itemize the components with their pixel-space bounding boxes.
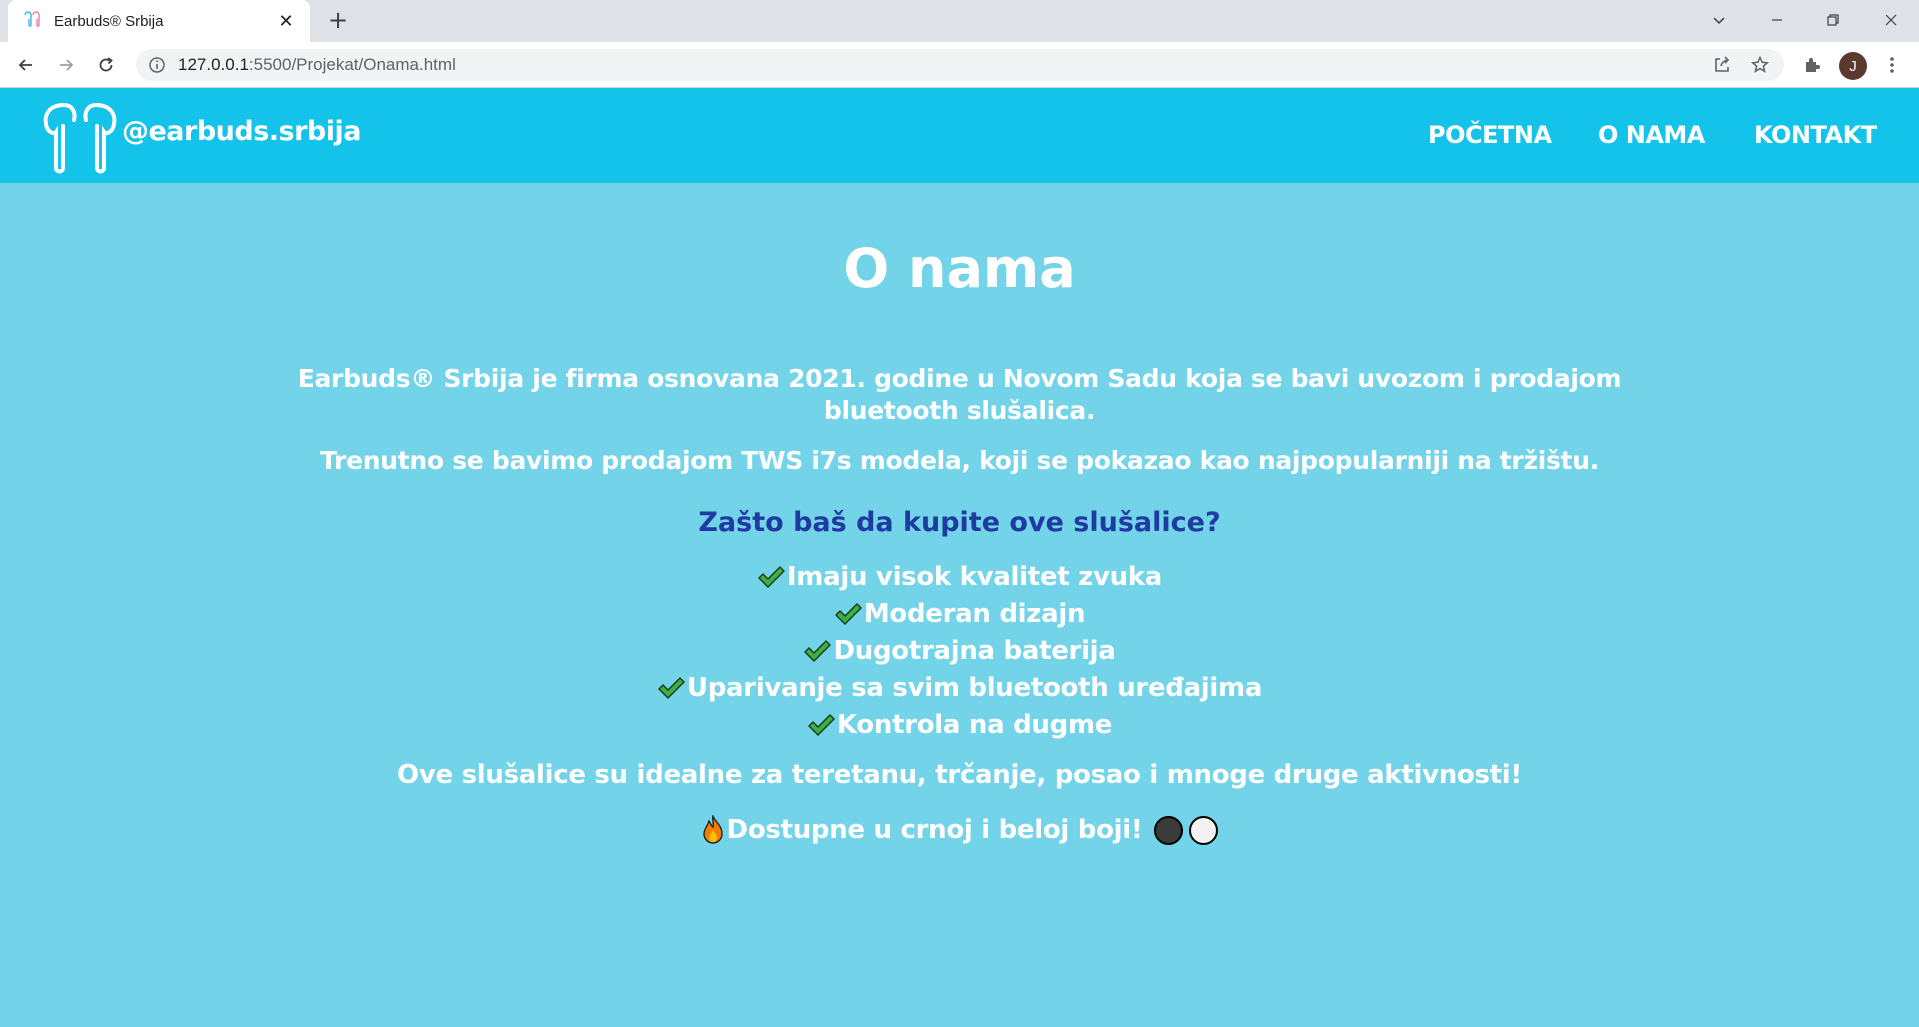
feature-text: Kontrola na dugme <box>836 710 1113 740</box>
page-title: O nama <box>843 237 1076 300</box>
why-heading: Zašto baš da kupite ove slušalice? <box>698 507 1221 538</box>
menu-kebab-icon[interactable] <box>1880 53 1904 77</box>
white-circle-icon <box>1189 815 1219 845</box>
profile-avatar[interactable]: J <box>1839 52 1867 80</box>
forward-icon[interactable] <box>50 49 82 81</box>
nav-kontakt[interactable]: KONTAKT <box>1754 121 1877 149</box>
url-host: 127.0.0.1 <box>178 55 249 74</box>
feature-item: Kontrola na dugme <box>0 710 1919 740</box>
site-info-icon[interactable] <box>148 56 166 74</box>
browser-tabbar: Earbuds® Srbija ✕ + <box>0 0 1919 42</box>
current-model-paragraph: Trenutno se bavimo prodajom TWS i7s mode… <box>320 446 1599 475</box>
address-bar[interactable]: 127.0.0.1:5500/Projekat/Onama.html <box>136 49 1784 81</box>
browser-toolbar: 127.0.0.1:5500/Projekat/Onama.html J <box>0 42 1919 88</box>
feature-item: Moderan dizajn <box>0 599 1919 629</box>
minimize-icon[interactable] <box>1749 0 1805 40</box>
tab-close-icon[interactable]: ✕ <box>276 11 296 32</box>
url-path: :5500/Projekat/Onama.html <box>248 55 456 74</box>
feature-text: Imaju visok kvalitet zvuka <box>786 562 1163 592</box>
reload-icon[interactable] <box>90 49 122 81</box>
check-icon <box>758 566 785 588</box>
nav-o-nama[interactable]: O NAMA <box>1598 121 1705 149</box>
feature-text: Dugotrajna baterija <box>833 636 1116 666</box>
earbuds-favicon-icon <box>24 11 40 27</box>
logo-text[interactable]: @earbuds.srbija <box>122 116 362 147</box>
site-header: @earbuds.srbija POČETNA O NAMA KONTAKT <box>0 88 1919 183</box>
feature-item: Uparivanje sa svim bluetooth uređajima <box>0 673 1919 703</box>
feature-text: Moderan dizajn <box>863 599 1086 629</box>
nav-pocetna[interactable]: POČETNA <box>1428 121 1552 149</box>
tab-search-icon[interactable] <box>1691 0 1747 40</box>
fire-icon <box>702 815 723 844</box>
ideal-paragraph: Ove slušalice su idealne za teretanu, tr… <box>397 760 1522 790</box>
check-icon <box>808 714 835 736</box>
bookmark-star-icon[interactable] <box>1750 55 1770 75</box>
available-colors: Dostupne u crnoj i beloj boji! <box>0 815 1919 845</box>
tab-title: Earbuds® Srbija <box>54 12 164 30</box>
extensions-icon[interactable] <box>1800 53 1824 77</box>
feature-item: Dugotrajna baterija <box>0 636 1919 666</box>
black-circle-icon <box>1154 815 1184 845</box>
check-icon <box>835 603 862 625</box>
feature-text: Uparivanje sa svim bluetooth uređajima <box>686 673 1263 703</box>
check-icon <box>804 640 832 662</box>
browser-tab[interactable]: Earbuds® Srbija ✕ <box>8 0 310 42</box>
back-icon[interactable] <box>10 49 42 81</box>
feature-item: Imaju visok kvalitet zvuka <box>0 562 1919 592</box>
check-icon <box>658 677 685 699</box>
restore-icon[interactable] <box>1805 0 1861 40</box>
new-tab-icon[interactable]: + <box>324 6 352 34</box>
close-window-icon[interactable] <box>1863 0 1919 40</box>
available-text: Dostupne u crnoj i beloj boji! <box>726 815 1143 845</box>
earbuds-logo-icon[interactable] <box>42 102 118 174</box>
intro-paragraph: Earbuds® Srbija je firma osnovana 2021. … <box>297 364 1622 425</box>
share-icon[interactable] <box>1712 55 1732 75</box>
